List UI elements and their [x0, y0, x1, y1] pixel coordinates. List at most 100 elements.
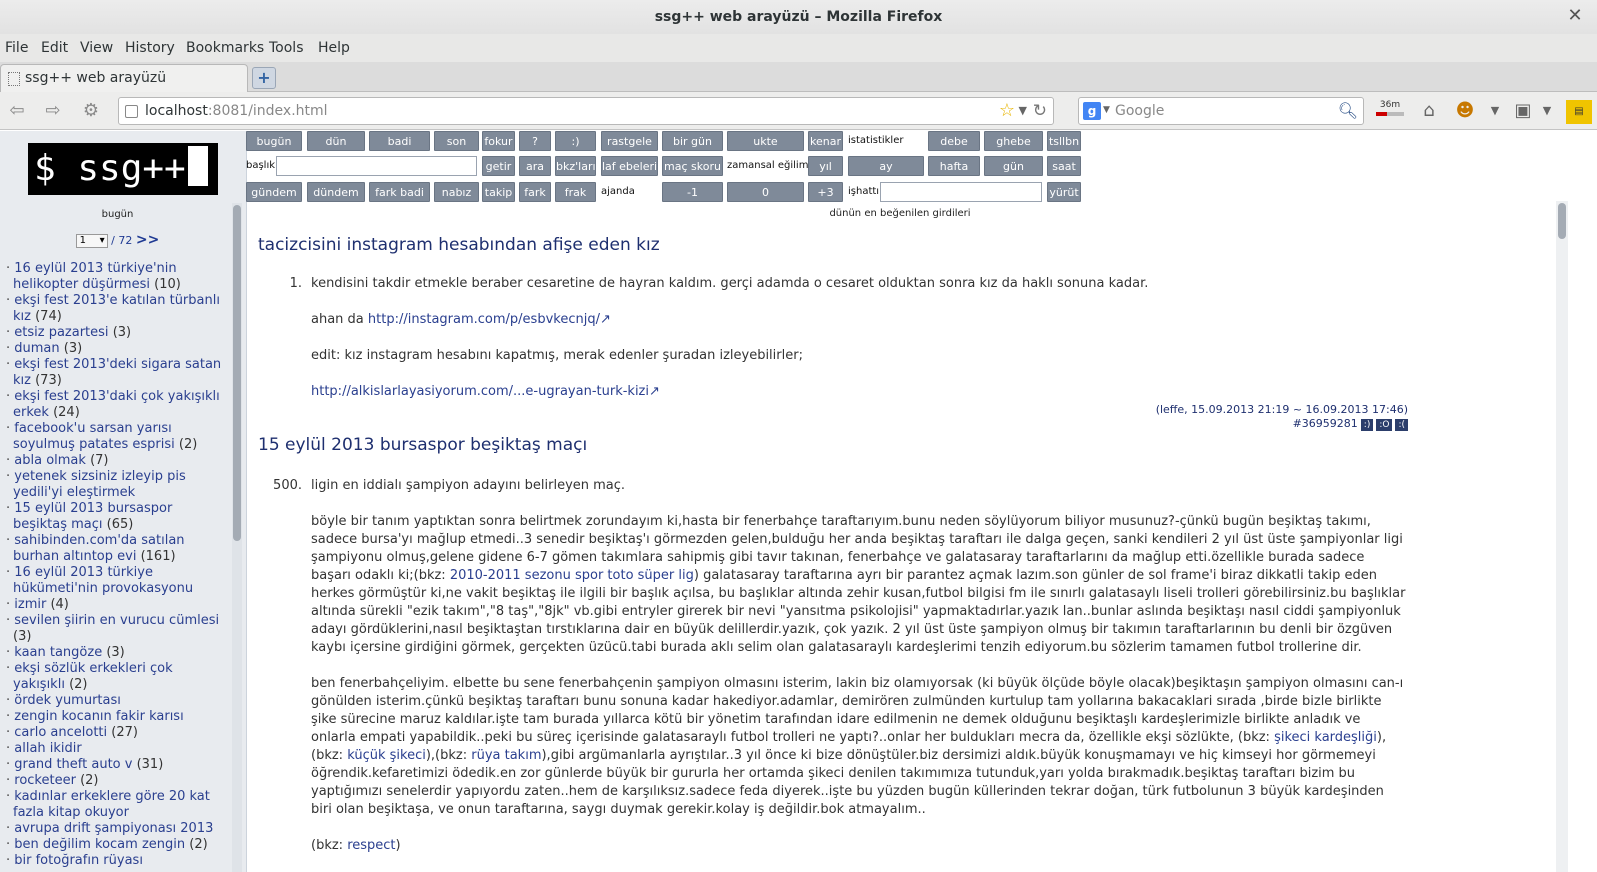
search-engine-dropdown-icon[interactable]: ▼ — [1103, 105, 1110, 115]
btn-gundem[interactable]: gündem — [246, 182, 302, 202]
btn-kenar[interactable]: kenar — [808, 131, 843, 151]
btn-rastgele[interactable]: rastgele — [601, 131, 658, 151]
menu-help[interactable]: Help — [318, 40, 350, 56]
entry-id[interactable]: #36959281 — [1293, 417, 1358, 430]
topic-list-item[interactable]: sahibinden.com'da satılan burhan altınto… — [6, 533, 228, 565]
home-icon[interactable]: ⌂ — [1417, 100, 1441, 124]
menu-tools[interactable]: Tools — [269, 40, 304, 56]
btn-takip[interactable]: takip — [482, 182, 515, 202]
topic-list-item[interactable]: grand theft auto v (31) — [6, 757, 228, 773]
ishatti-input[interactable] — [880, 182, 1042, 202]
menu-bookmarks[interactable]: Bookmarks — [186, 40, 264, 56]
url-bar[interactable]: localhost:8081/index.html ☆ ▼ ↻ — [118, 97, 1054, 125]
topic-title[interactable]: 16 eylül 2013 türkiye hükümeti'nin provo… — [13, 565, 193, 596]
topic-title[interactable]: ekşi fest 2013'daki çok yakışıklı erkek — [13, 389, 220, 420]
menu-view[interactable]: View — [80, 40, 113, 56]
topic-title[interactable]: kaan tangöze — [14, 645, 102, 660]
vote-wow-button[interactable]: :O — [1376, 419, 1393, 431]
topic-title[interactable]: ördek yumurtası — [14, 693, 121, 708]
topic-title[interactable]: yetenek sizsiniz izleyip pis yedili'yi e… — [13, 469, 186, 500]
monkey-addon-icon[interactable]: ☻ — [1453, 100, 1477, 124]
btn-fark[interactable]: fark — [519, 182, 551, 202]
topic-list-item[interactable]: kaan tangöze (3) — [6, 645, 228, 661]
btn-getir[interactable]: getir — [482, 156, 515, 176]
btn-yil[interactable]: yıl — [808, 156, 843, 176]
topic-list-item[interactable]: avrupa drift şampiyonası 2013 — [6, 821, 228, 837]
topic-title[interactable]: 16 eylül 2013 türkiye'nin helikopter düş… — [13, 261, 177, 292]
forward-icon[interactable]: ⇨ — [42, 100, 64, 122]
topic-list-item[interactable]: allah ikidir — [6, 741, 228, 757]
btn-gun[interactable]: gün — [984, 156, 1043, 176]
topic-list-item[interactable]: rocketeer (2) — [6, 773, 228, 789]
btn-minus-one[interactable]: -1 — [662, 182, 723, 202]
btn-smile[interactable]: :) — [555, 131, 596, 151]
topic-list-item[interactable]: ekşi sözlük erkekleri çok yakışıklı (2) — [6, 661, 228, 693]
search-bar[interactable]: g ▼ Google 🔍︎ — [1078, 97, 1364, 125]
topic-title[interactable]: zengin kocanın fakir karısı — [14, 709, 183, 724]
sidebar-scroll-thumb[interactable] — [233, 205, 241, 541]
btn-zero[interactable]: 0 — [727, 182, 804, 202]
timer-addon-icon[interactable]: 36m — [1376, 100, 1404, 124]
entry-author-date[interactable]: (leffe, 15.09.2013 21:19 ~ 16.09.2013 17… — [258, 403, 1408, 417]
topic-title[interactable]: rocketeer — [14, 773, 76, 788]
menu-history[interactable]: History — [125, 40, 175, 56]
topic-list-item[interactable]: 16 eylül 2013 türkiye'nin helikopter düş… — [6, 261, 228, 293]
addon-dropdown-icon[interactable]: ▼ — [1489, 104, 1501, 128]
topic-title[interactable]: kadınlar erkeklere göre 20 kat fazla kit… — [13, 789, 210, 820]
topic-list-item[interactable]: bir fotoğrafın rüyası — [6, 853, 228, 869]
page-select[interactable]: 1 — [75, 234, 108, 248]
history-icon[interactable]: ⚙ — [80, 100, 102, 122]
topic-list-item[interactable]: kadınlar erkeklere göre 20 kat fazla kit… — [6, 789, 228, 821]
bookmark-star-icon[interactable]: ☆ — [999, 100, 1015, 121]
topic-list-item[interactable]: abla olmak (7) — [6, 453, 228, 469]
btn-frak[interactable]: frak — [555, 182, 596, 202]
entry-title[interactable]: 15 eylül 2013 bursaspor beşiktaş maçı — [258, 435, 1408, 455]
btn-ay[interactable]: ay — [848, 156, 924, 176]
topic-list-item[interactable]: ekşi fest 2013'daki çok yakışıklı erkek … — [6, 389, 228, 421]
topic-title[interactable]: ben değilim kocam zengin — [14, 837, 185, 852]
bkz-link[interactable]: küçük şikeci — [347, 748, 426, 763]
topic-title[interactable]: carlo ancelotti — [14, 725, 107, 740]
main-scroll-thumb[interactable] — [1558, 203, 1566, 239]
url-dropdown-icon[interactable]: ▼ — [1019, 104, 1027, 117]
topic-list-item[interactable]: sevilen şiirin en vurucu cümlesi (3) — [6, 613, 228, 645]
topic-list-item[interactable]: carlo ancelotti (27) — [6, 725, 228, 741]
btn-bugun[interactable]: bugün — [246, 131, 302, 151]
btn-dundem[interactable]: dündem — [307, 182, 365, 202]
topic-list-item[interactable]: yetenek sizsiniz izleyip pis yedili'yi e… — [6, 469, 228, 501]
topic-title[interactable]: 15 eylül 2013 bursaspor beşiktaş maçı — [13, 501, 172, 532]
new-tab-button[interactable]: + — [252, 67, 276, 89]
back-icon[interactable]: ⇦ — [6, 100, 28, 122]
topic-list-item[interactable]: zengin kocanın fakir karısı — [6, 709, 228, 725]
topic-list-item[interactable]: ben değilim kocam zengin (2) — [6, 837, 228, 853]
topic-list-item[interactable]: 15 eylül 2013 bursaspor beşiktaş maçı (6… — [6, 501, 228, 533]
topic-title[interactable]: avrupa drift şampiyonası 2013 — [14, 821, 213, 836]
topic-list-item[interactable]: ekşi fest 2013'e katılan türbanlı kız (7… — [6, 293, 228, 325]
topic-title[interactable]: duman — [14, 341, 59, 356]
bkz-link[interactable]: rüya takım — [471, 748, 541, 763]
topic-title[interactable]: grand theft auto v — [14, 757, 132, 772]
entry-title[interactable]: tacizcisini instagram hesabından afişe e… — [258, 235, 1408, 255]
topic-list-item[interactable]: duman (3) — [6, 341, 228, 357]
bkz-link[interactable]: 2010-2011 sezonu spor toto süper lig — [450, 568, 694, 583]
bkz-link[interactable]: respect — [347, 838, 395, 853]
topic-list-item[interactable]: izmir (4) — [6, 597, 228, 613]
google-icon[interactable]: g — [1083, 102, 1101, 120]
btn-laf-ebeleri[interactable]: laf ebeleri — [601, 156, 658, 176]
btn-ara[interactable]: ara — [519, 156, 551, 176]
menu-file[interactable]: File — [5, 40, 28, 56]
topic-title[interactable]: ekşi sözlük erkekleri çok yakışıklı — [13, 661, 173, 692]
btn-mac-skoru[interactable]: maç skoru — [662, 156, 723, 176]
topic-title[interactable]: allah ikidir — [14, 741, 82, 756]
topic-title[interactable]: izmir — [14, 597, 46, 612]
topic-title[interactable]: facebook'u sarsan yarısı soyulmuş patate… — [13, 421, 175, 452]
main-scrollbar[interactable] — [1556, 201, 1568, 872]
btn-question[interactable]: ? — [519, 131, 551, 151]
pocket-dropdown-icon[interactable]: ▼ — [1541, 104, 1553, 128]
btn-ghebe[interactable]: ghebe — [984, 131, 1043, 151]
topic-list-item[interactable]: 16 eylül 2013 türkiye hükümeti'nin provo… — [6, 565, 228, 597]
btn-son[interactable]: son — [434, 131, 479, 151]
topic-title[interactable]: abla olmak — [14, 453, 86, 468]
btn-dun[interactable]: dün — [307, 131, 365, 151]
btn-yurut[interactable]: yürüt — [1047, 182, 1081, 202]
